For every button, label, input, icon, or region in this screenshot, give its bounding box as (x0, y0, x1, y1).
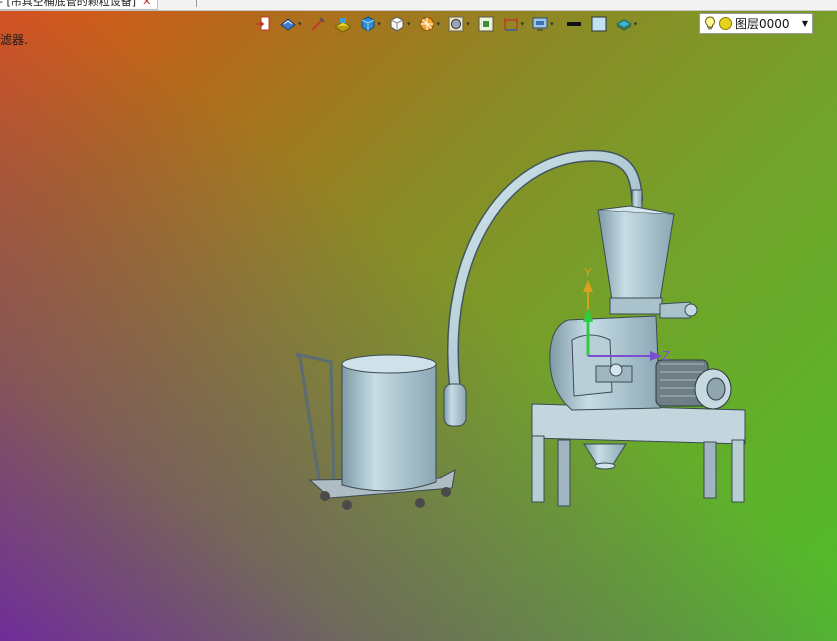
axis-z-label: Z (662, 349, 670, 363)
model-viewport[interactable]: Y Z (0, 0, 837, 641)
axis-y-label: Y (583, 266, 592, 280)
material-bin-cart[interactable] (294, 352, 456, 510)
